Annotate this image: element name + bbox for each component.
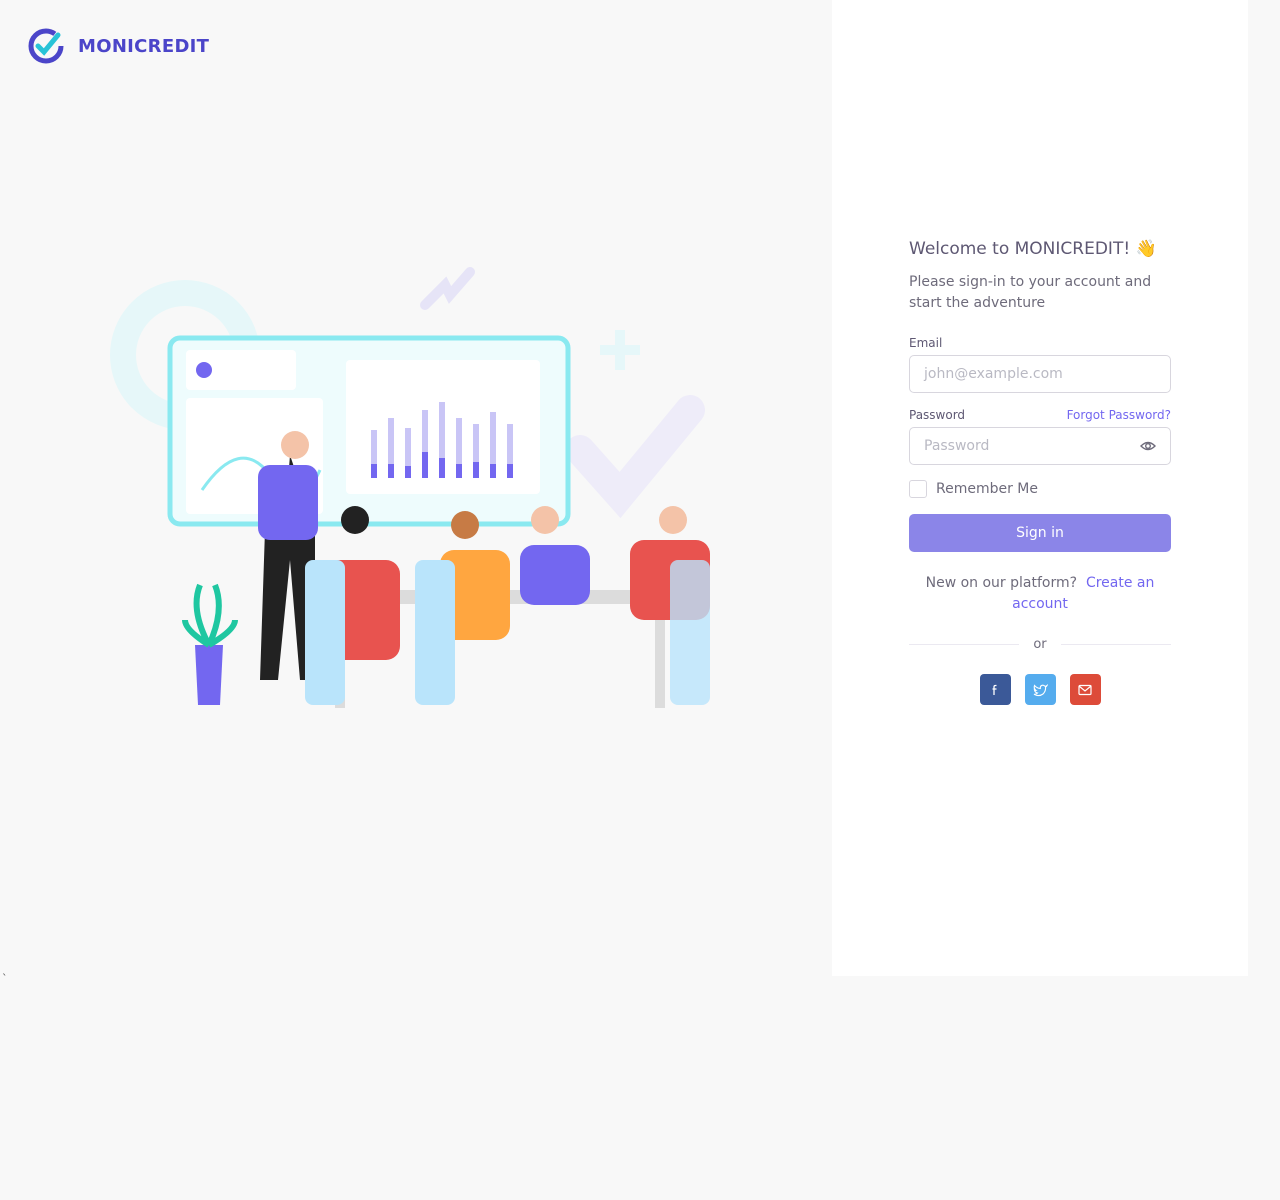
- email-input[interactable]: john@example.com: [909, 355, 1171, 393]
- brand-logo[interactable]: MONICREDIT: [27, 27, 209, 65]
- remember-me-checkbox[interactable]: [909, 480, 927, 498]
- email-label: Email: [909, 336, 943, 350]
- eye-icon[interactable]: [1140, 438, 1156, 454]
- social-login: [909, 674, 1171, 705]
- remember-me[interactable]: Remember Me: [909, 480, 1171, 498]
- password-label: Password: [909, 408, 966, 422]
- welcome-subtitle: Please sign-in to your account and start…: [909, 274, 1152, 311]
- login-form: Welcome to MONICREDIT! 👋 Please sign-in …: [909, 238, 1171, 705]
- twitter-button[interactable]: [1024, 674, 1056, 705]
- or-divider: or: [909, 637, 1171, 652]
- brand-name: MONICREDIT: [78, 35, 210, 57]
- meeting-illustration: [110, 267, 710, 708]
- logo-icon: [28, 28, 64, 64]
- new-on-platform-text: New on our platform?: [925, 575, 1078, 591]
- stray-character: `: [2, 972, 8, 985]
- welcome-title: Welcome to MONICREDIT! 👋: [909, 239, 1157, 259]
- mail-icon: [1078, 684, 1092, 695]
- or-label: or: [1033, 637, 1047, 652]
- facebook-icon: [992, 684, 997, 695]
- facebook-button[interactable]: [979, 674, 1011, 705]
- new-account-text: New on our platform? Create an account: [909, 573, 1171, 615]
- email-button[interactable]: [1069, 674, 1101, 705]
- sign-in-button[interactable]: Sign in: [909, 514, 1171, 552]
- password-placeholder: Password: [924, 438, 990, 454]
- password-input[interactable]: Password: [909, 427, 1171, 465]
- remember-me-label: Remember Me: [936, 481, 1038, 497]
- forgot-password-link[interactable]: Forgot Password?: [1067, 408, 1171, 422]
- email-placeholder: john@example.com: [924, 366, 1063, 382]
- twitter-icon: [1033, 683, 1048, 696]
